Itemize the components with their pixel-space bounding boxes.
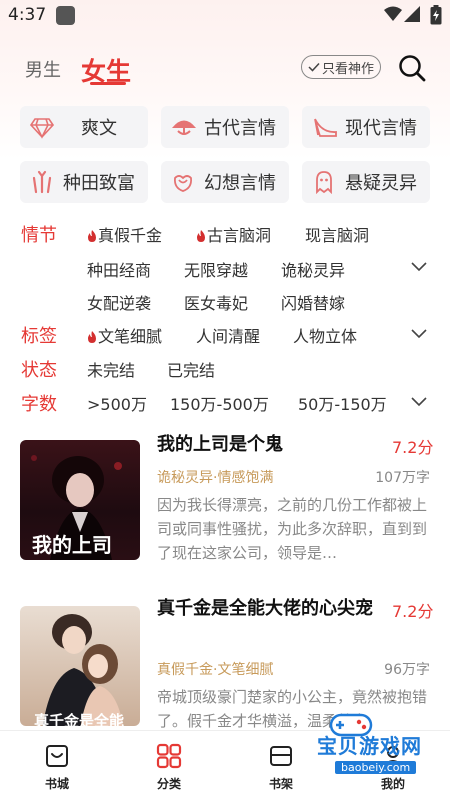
category-label: 现代言情 [345,118,417,139]
check-icon [308,62,320,72]
watermark-url: baobeiy.com [335,761,417,774]
filter-status-key: 状态 [21,360,57,381]
cover-title-text: 我的上司 [32,533,112,557]
category-grid-icon [156,743,182,769]
only-god-label: 只看神作 [321,61,374,77]
search-icon[interactable] [398,54,426,82]
fire-icon [88,230,96,242]
book-score: 7.2分 [392,602,434,621]
chevron-down-icon[interactable] [411,329,427,339]
filter-option-hot[interactable]: 文笔细腻 [87,323,162,347]
book-score: 7.2分 [392,438,434,457]
category-farming[interactable]: 种田致富 [20,161,148,203]
app-root: 4:37 男生 女生 只看神作 爽文 古代言情 现代言情 种田致富 幻想言情 悬… [0,0,450,800]
bookshelf-icon [270,746,292,766]
category-modern-romance[interactable]: 现代言情 [302,106,430,148]
category-label: 古代言情 [204,118,276,139]
filter-option[interactable]: 150万-500万 [170,391,269,415]
category-fantasy-romance[interactable]: 幻想言情 [161,161,289,203]
book-word-count: 96万字 [384,662,430,678]
nav-category[interactable]: 分类 [129,731,209,800]
filter-option-label: 文笔细腻 [98,327,163,346]
category-label: 爽文 [81,118,117,139]
category-shuangwen[interactable]: 爽文 [20,106,148,148]
filter-option[interactable]: 女配逆袭 [87,290,151,314]
chevron-down-icon[interactable] [411,262,427,272]
category-ancient-romance[interactable]: 古代言情 [161,106,289,148]
wifi-icon [384,6,402,21]
filter-plot-key: 情节 [21,225,57,246]
bookstore-icon [46,745,68,767]
filter-option[interactable]: 无限穿越 [184,257,248,281]
filter-option-hot[interactable]: 真假千金 [87,222,162,246]
filter-option[interactable]: 50万-150万 [298,391,387,415]
filter-option[interactable]: 医女毒妃 [184,290,248,314]
book-title[interactable]: 真千金是全能大佬的心尖宠 [157,594,377,624]
book-description: 因为我长得漂亮，之前的几份工作都被上司或同事性骚扰，为此多次辞职，直到到了现在这… [157,496,428,562]
filter-option-hot[interactable]: 古言脑洞 [196,222,271,246]
book-cover: 真千金是全能 [20,606,140,726]
filter-words-key: 字数 [21,394,57,415]
filter-option[interactable]: 人间清醒 [196,323,260,347]
fire-icon [197,230,205,242]
filter-option[interactable]: 种田经商 [87,257,151,281]
fire-icon [88,331,96,343]
watermark: 宝贝游戏网 baobeiy.com [305,713,430,784]
nav-bookstore[interactable]: 书城 [17,731,97,800]
filter-tags-key: 标签 [21,326,57,347]
category-label: 种田致富 [63,173,135,194]
book-title[interactable]: 我的上司是个鬼 [157,430,377,460]
signal-icon [404,6,420,22]
filter-option[interactable]: 已完结 [167,357,215,381]
filter-option-label: 真假千金 [98,226,163,245]
cover-title-text: 真千金是全能 [34,712,124,726]
status-bar: 4:37 [0,0,450,30]
filter-option-label: 古言脑洞 [207,226,272,245]
status-time: 4:37 [8,5,47,25]
category-label: 幻想言情 [204,173,276,194]
filter-option[interactable]: 闪婚替嫁 [281,290,345,314]
category-label: 悬疑灵异 [345,173,417,194]
tab-active-indicator [90,82,126,85]
filter-option[interactable]: >500万 [87,391,147,415]
tab-male[interactable]: 男生 [25,56,61,82]
chevron-down-icon[interactable] [411,397,427,407]
nav-label: 分类 [156,777,181,791]
watermark-title: 宝贝游戏网 [317,734,422,758]
only-god-toggle[interactable]: 只看神作 [301,55,381,79]
book-word-count: 107万字 [375,470,430,486]
filter-option[interactable]: 未完结 [87,357,135,381]
filter-option[interactable]: 人物立体 [293,323,357,347]
book-cover: 我的上司 [20,440,140,560]
filter-option[interactable]: 诡秘灵异 [281,257,345,281]
notification-app-icon [56,6,75,25]
category-suspense[interactable]: 悬疑灵异 [302,161,430,203]
nav-label: 书城 [44,777,69,791]
book-tags: 真假千金·文笔细腻 [157,662,274,678]
book-tags: 诡秘灵异·情感饱满 [157,470,274,486]
filter-option[interactable]: 现言脑洞 [305,222,369,246]
battery-icon [430,5,442,25]
